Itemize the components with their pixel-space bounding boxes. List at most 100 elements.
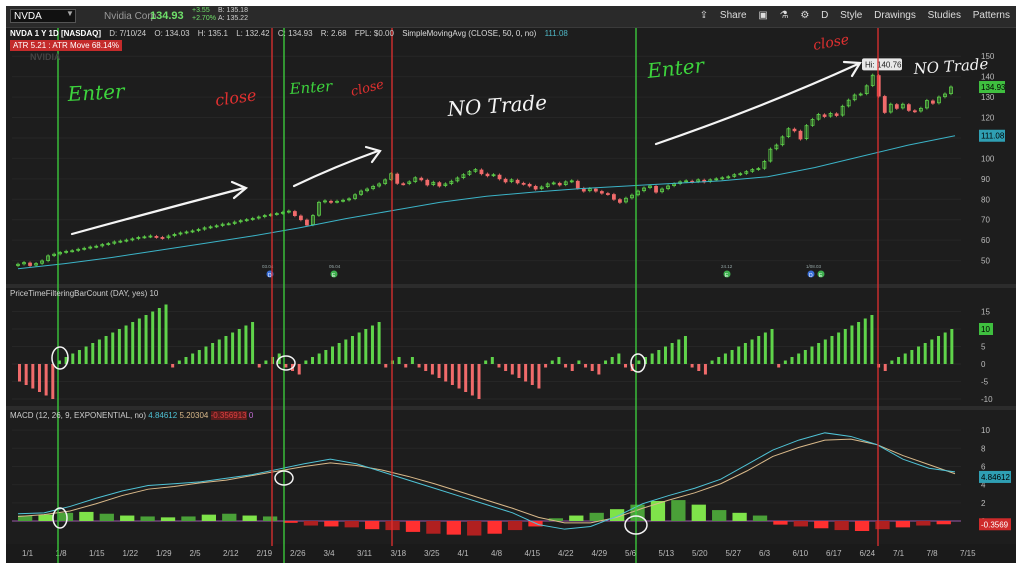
ind-bar: [790, 357, 794, 364]
ind-bar: [697, 364, 701, 371]
ind-bar: [331, 346, 334, 364]
x-tick-label: 7/15: [960, 549, 976, 558]
candle-body: [419, 177, 424, 181]
macd-histogram-bar: [365, 521, 380, 530]
chart-app: NVDA ▼ Nvidia Corp 134.93 +3.55 +2.70% B:…: [6, 6, 1016, 563]
ind-tick-label: 0: [981, 360, 986, 369]
candle-body: [533, 185, 538, 190]
ind-bar: [24, 364, 28, 385]
ind-bar: [743, 343, 747, 364]
ind-bar: [604, 360, 608, 364]
panel-separator: [6, 406, 1016, 410]
ind-bar: [171, 364, 175, 368]
ind-bar: [637, 360, 641, 364]
macd-histogram-bar: [752, 515, 768, 521]
candle-body: [292, 211, 297, 217]
chart-header: NVDA 1 Y 1D [NASDAQ] D: 7/10/24 O: 134.0…: [10, 29, 574, 38]
annotation-text: Enter: [645, 53, 707, 83]
ind-bar: [324, 350, 328, 364]
candle-body: [575, 180, 580, 189]
macd-tick-label: 10: [981, 426, 990, 435]
macd-histogram-bar: [732, 512, 747, 521]
ind-bar: [251, 322, 255, 364]
ind-bar: [410, 357, 414, 364]
x-tick-label: 5/27: [726, 549, 742, 558]
ind-bar: [91, 343, 95, 364]
x-tick-label: 4/15: [525, 549, 541, 558]
price-tick-label: 140: [981, 73, 995, 82]
ind-bar: [737, 346, 741, 364]
ind-bar: [457, 364, 461, 389]
candle-body: [882, 96, 887, 113]
ind-bar: [350, 336, 354, 364]
ind-bar: [930, 339, 934, 364]
ind-bar: [850, 325, 854, 364]
ind-bar: [524, 364, 528, 382]
macd-value: 4.84612: [148, 411, 178, 420]
sma-badge: 111.08: [981, 132, 1005, 141]
ind-bar: [624, 364, 628, 368]
indicator1-label[interactable]: PriceTimeFilteringBarCount (DAY, yes) 10: [10, 289, 158, 298]
candle-body: [593, 188, 598, 192]
macd-label[interactable]: MACD (12, 26, 9, EXPONENTIAL, no) 4.8461…: [10, 411, 253, 420]
ind-bar: [191, 353, 195, 364]
candle-body: [299, 215, 303, 221]
sma-label[interactable]: SimpleMovingAvg (CLOSE, 50, 0, no): [402, 29, 536, 38]
ind-bar: [464, 364, 468, 392]
candle-body: [425, 179, 430, 186]
ind-bar: [284, 364, 288, 368]
macd-histogram-bar: [262, 516, 278, 521]
event-label: 1/08.03: [806, 264, 822, 269]
ind-tick-label: 15: [981, 308, 990, 317]
ind-bar: [37, 364, 41, 392]
ind-tick-label: -5: [981, 378, 989, 387]
ind-bar: [51, 364, 55, 399]
ind-bar: [584, 364, 588, 368]
ohlc-close: C: 134.93: [277, 29, 313, 38]
ind-bar: [31, 364, 35, 389]
ind-bar: [157, 308, 161, 364]
x-tick-label: 2/12: [223, 549, 239, 558]
macd-tick-label: 6: [981, 462, 986, 471]
ind-bar: [870, 315, 874, 364]
ind-bar: [517, 364, 521, 378]
ind-bar: [137, 318, 141, 364]
macd-histogram-bar: [793, 521, 808, 527]
ind-bar: [763, 332, 767, 364]
ind-bar: [417, 364, 421, 368]
ind-bar: [943, 332, 947, 364]
ind-bar: [504, 364, 508, 371]
candle-body: [557, 182, 562, 186]
diff-value: -0.356913: [210, 411, 247, 420]
ind-bar: [257, 364, 261, 368]
price-tick-label: 120: [981, 114, 995, 123]
ohlc-date: D: 7/10/24: [109, 29, 147, 38]
ind-bar: [544, 364, 548, 368]
ind-bar: [450, 364, 454, 385]
ind-tick-label: 5: [981, 343, 986, 352]
macd-histogram-bar: [487, 521, 502, 534]
price-tick-label: 60: [981, 236, 990, 245]
ind-bar: [750, 339, 754, 364]
ind-bar: [903, 353, 907, 364]
ind-bar: [863, 318, 867, 364]
macd-histogram-bar: [140, 516, 155, 521]
ind-bar: [777, 364, 781, 368]
ind-bar: [937, 336, 941, 364]
macd-histogram-bar: [467, 521, 482, 536]
ind-bar: [950, 329, 954, 364]
candle-body: [822, 114, 827, 117]
price-badge: 134.93: [981, 83, 1006, 92]
candle-body: [527, 183, 532, 187]
ind-bar: [231, 332, 235, 364]
ind-bar: [597, 364, 601, 375]
x-tick-label: 3/18: [391, 549, 407, 558]
macd-histogram-bar: [589, 512, 604, 521]
event-label: 05.04: [329, 264, 341, 269]
ind-bar: [810, 346, 814, 364]
ind-bar: [337, 343, 341, 364]
x-tick-label: 5/20: [692, 549, 708, 558]
ind-bar: [650, 353, 654, 364]
x-tick-label: 7/1: [893, 549, 905, 558]
ind-bar: [357, 332, 361, 364]
